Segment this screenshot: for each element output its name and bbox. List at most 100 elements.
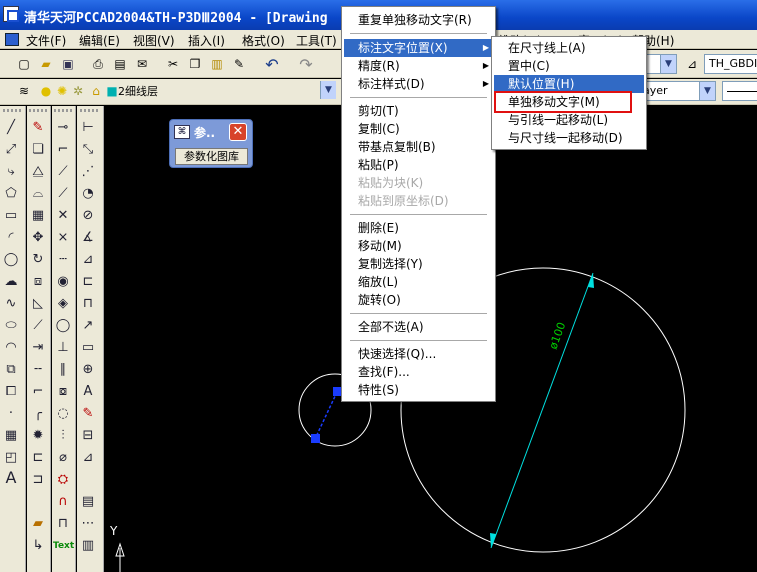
dim-text-edit-icon[interactable]: ✎ — [78, 404, 98, 424]
point-icon[interactable]: · — [1, 404, 21, 424]
submenu-item-move-with-leader[interactable]: 与引线一起移动(L) — [494, 111, 644, 129]
layer-manager-icon[interactable]: ≋ — [14, 81, 34, 101]
menu-item-copy[interactable]: 复制(C) — [344, 120, 493, 138]
measure-icon[interactable]: ⊏ — [28, 448, 48, 468]
dimension-text[interactable]: ø100 — [547, 321, 569, 352]
revision-cloud-icon[interactable]: ☁ — [1, 272, 21, 292]
snap-extra-icon[interactable]: ⊓ — [53, 514, 73, 534]
submenu-item-move-with-dim-line[interactable]: 与尺寸线一起移动(D) — [494, 129, 644, 147]
qleader-icon[interactable]: ↗ — [78, 316, 98, 336]
extend-icon[interactable]: ⇥ — [28, 338, 48, 358]
menu-item-precision[interactable]: 精度(R) ▶ — [344, 57, 493, 75]
print-preview-icon[interactable]: ▤ — [110, 54, 130, 74]
insert-table-icon[interactable]: ▥ — [78, 536, 98, 556]
document-icon[interactable] — [5, 33, 19, 46]
aligned-dim-icon[interactable]: ⤡ — [78, 140, 98, 160]
text-button[interactable]: Text — [53, 536, 74, 556]
save-icon[interactable]: ▣ — [58, 54, 78, 74]
polyline-icon[interactable]: ⤷ — [1, 162, 21, 182]
menu-item-repeat-move-text[interactable]: 重复单独移动文字(R) — [344, 11, 493, 29]
snap-apparent-icon[interactable]: ⨯ — [53, 228, 73, 248]
chamfer-icon[interactable]: ⌐ — [28, 382, 48, 402]
radius-dim-icon[interactable]: ◔ — [78, 184, 98, 204]
polygon-icon[interactable]: ⬠ — [1, 184, 21, 204]
menu-item-erase[interactable]: 删除(E) — [344, 219, 493, 237]
dim-style-icon[interactable]: ⊿ — [78, 448, 98, 468]
angular-dim-icon[interactable]: ∡ — [78, 228, 98, 248]
magnet-icon[interactable]: ∩ — [53, 492, 73, 512]
snap-node-icon[interactable]: ◌ — [53, 404, 73, 424]
offset-icon[interactable]: ⌓ — [28, 184, 48, 204]
circle-icon[interactable]: ◯ — [1, 250, 21, 270]
rectangle-icon[interactable]: ▭ — [1, 206, 21, 226]
toolbar-grip[interactable] — [3, 109, 23, 112]
menu-item-deselect-all[interactable]: 全部不选(A) — [344, 318, 493, 336]
dimstyle-dropdown[interactable]: TH_GBDIM — [704, 54, 757, 74]
menu-item-paste[interactable]: 粘贴(P) — [344, 156, 493, 174]
rotate-icon[interactable]: ↻ — [28, 250, 48, 270]
print-icon[interactable]: ⎙ — [88, 54, 108, 74]
selected-dim-line[interactable] — [314, 391, 338, 440]
menu-item-copy-base-point[interactable]: 带基点复制(B) — [344, 138, 493, 156]
menu-insert[interactable]: 插入(I) — [188, 32, 225, 49]
snap-insert-icon[interactable]: ⧇ — [53, 382, 73, 402]
undo-icon[interactable]: ↶ — [262, 54, 282, 74]
toolbar-grip[interactable] — [29, 109, 49, 112]
snap-extension-icon[interactable]: ┄ — [53, 250, 73, 270]
ellipse-arc-icon[interactable]: ◠ — [1, 338, 21, 358]
layer-freeze-vp-icon[interactable]: ✲ — [68, 81, 88, 101]
stretch-icon[interactable]: ◺ — [28, 294, 48, 314]
tool-icon[interactable]: ▰ — [28, 514, 48, 534]
grip-bottom[interactable] — [311, 434, 320, 443]
toolbar-grip[interactable] — [54, 109, 74, 112]
quick-dim-icon[interactable]: ⊿ — [78, 250, 98, 270]
publish-icon[interactable]: ✉ — [132, 54, 152, 74]
fillet-icon[interactable]: ╭ — [28, 404, 48, 424]
snap-settings-icon[interactable]: ⛭ — [53, 470, 73, 490]
temp-track-icon[interactable]: ⊸ — [53, 118, 73, 138]
tolerance-icon[interactable]: ▭ — [78, 338, 98, 358]
continue-dim-icon[interactable]: ⊓ — [78, 294, 98, 314]
linetype-dropdown[interactable]: ayer ▼ — [638, 81, 716, 101]
menu-item-dim-text-position[interactable]: 标注文字位置(X) ▶ — [344, 39, 493, 57]
move-icon[interactable]: ✥ — [28, 228, 48, 248]
snap-parallel-icon[interactable]: ∥ — [53, 360, 73, 380]
menu-item-quick-select[interactable]: 快速选择(Q)... — [344, 345, 493, 363]
grid-icon[interactable]: ⋯ — [78, 514, 98, 534]
construction-line-icon[interactable]: ⤢ — [1, 140, 21, 160]
baseline-dim-icon[interactable]: ⊏ — [78, 272, 98, 292]
snap-perpendicular-icon[interactable]: ⊥ — [53, 338, 73, 358]
open-icon[interactable]: ▰ — [36, 54, 56, 74]
linear-dim-icon[interactable]: ⊢ — [78, 118, 98, 138]
snap-from-icon[interactable]: ⌐ — [53, 140, 73, 160]
line-icon[interactable]: ╱ — [1, 118, 21, 138]
snap-tangent-icon[interactable]: ◯ — [53, 316, 73, 336]
menu-item-properties[interactable]: 特性(S) — [344, 381, 493, 399]
explode-icon[interactable]: ✹ — [28, 426, 48, 446]
erase-icon[interactable]: ✎ — [28, 118, 48, 138]
menu-item-scale[interactable]: 缩放(L) — [344, 273, 493, 291]
hatch-icon[interactable]: ▦ — [1, 426, 21, 446]
menu-item-rotate[interactable]: 旋转(O) — [344, 291, 493, 309]
submenu-item-center[interactable]: 置中(C) — [494, 57, 644, 75]
diameter-dimension-line[interactable] — [490, 272, 594, 549]
menu-view[interactable]: 视图(V) — [133, 32, 175, 49]
menu-tools[interactable]: 工具(T) — [296, 32, 337, 49]
table-icon[interactable]: ▤ — [78, 492, 98, 512]
arc-icon[interactable]: ◜ — [1, 228, 21, 248]
paste-icon[interactable]: ▥ — [207, 54, 227, 74]
menu-item-move[interactable]: 移动(M) — [344, 237, 493, 255]
match-properties-icon[interactable]: ✎ — [229, 54, 249, 74]
trim-icon[interactable]: ⟋ — [28, 316, 48, 336]
copy-icon[interactable]: ❐ — [185, 54, 205, 74]
make-block-icon[interactable]: ⧠ — [1, 382, 21, 402]
scale-icon[interactable]: ⧈ — [28, 272, 48, 292]
submenu-item-on-dim-line[interactable]: 在尺寸线上(A) — [494, 39, 644, 57]
grip-top[interactable] — [333, 387, 341, 396]
insert-block-icon[interactable]: ⧉ — [1, 360, 21, 380]
close-icon[interactable]: ✕ — [229, 123, 247, 141]
toolbar-combo-hidden[interactable]: ▼ — [645, 54, 677, 74]
spline-icon[interactable]: ∿ — [1, 294, 21, 314]
snap-intersection-icon[interactable]: ✕ — [53, 206, 73, 226]
redo-icon[interactable]: ↷ — [296, 54, 316, 74]
